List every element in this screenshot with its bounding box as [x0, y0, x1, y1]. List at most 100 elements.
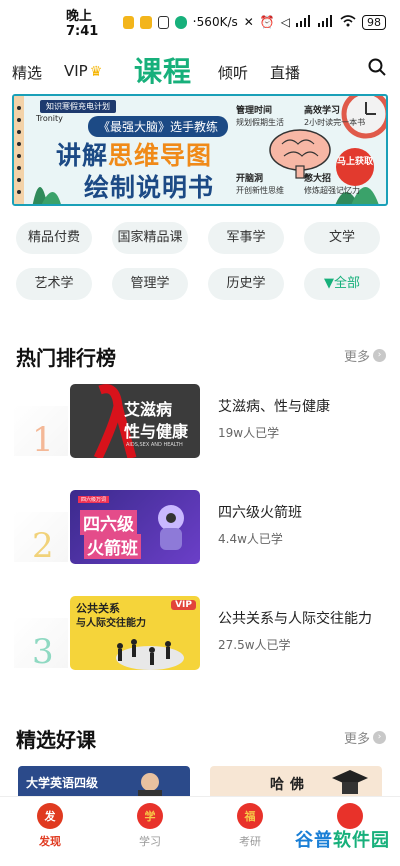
- tab-study[interactable]: 学 学习: [120, 803, 180, 849]
- nav-tab-featured[interactable]: 精选: [12, 62, 42, 83]
- featured-card[interactable]: 哈佛: [210, 766, 382, 796]
- course-thumbnail: 艾滋病 性与健康 AIDS,SEX AND HEALTH: [70, 384, 200, 458]
- learner-count: 19w人已学: [218, 426, 280, 440]
- banner-title-part1: 讲解: [56, 141, 109, 170]
- banner-feature: 管理时间规划假期生活: [236, 106, 284, 128]
- search-icon[interactable]: [368, 58, 386, 80]
- category-tag[interactable]: 精品付费: [16, 222, 92, 254]
- red-envelope-icon: 学: [137, 803, 163, 829]
- nav-tab-vip-label: VIP: [64, 62, 88, 80]
- card-text: 哈佛: [270, 777, 310, 793]
- status-bar: 晚上7:41 · 560K/s ✕ ⏰ ◁ 98: [0, 0, 400, 44]
- featured-card[interactable]: 大学英语四级: [18, 766, 190, 796]
- more-link-label: 更多: [343, 350, 370, 365]
- app-notification-icon: [122, 15, 135, 29]
- fortune-icon: 福: [237, 803, 263, 829]
- wifi-icon: [340, 14, 356, 30]
- nav-tab-vip[interactable]: VIP ♛: [64, 62, 102, 80]
- tab-postgrad[interactable]: 福 考研: [220, 803, 280, 849]
- thumb-text: 性与健康: [124, 422, 189, 441]
- app-notification-icon: [175, 15, 187, 29]
- filter-icon: ▼: [323, 276, 334, 291]
- course-thumbnail: 四六级万词 四六级 火箭班: [70, 490, 200, 564]
- tab-label: 学习: [139, 835, 161, 848]
- thumb-text: 与人际交往能力: [76, 618, 146, 629]
- nav-tab-listen[interactable]: 倾听: [218, 62, 248, 83]
- teacher-photo: [138, 773, 162, 796]
- network-speed: 560K/s: [196, 15, 238, 29]
- banner-tag: 知识寒假充电计划: [40, 100, 116, 113]
- banner-feature: 开脑洞 开创新性思维: [236, 174, 284, 196]
- mute-icon: ◁: [280, 15, 290, 29]
- category-tag-all-label: 全部: [333, 276, 360, 291]
- alarm-icon: ⏰: [259, 15, 275, 29]
- discover-icon: 发: [37, 803, 63, 829]
- watermark-part2: 软件园: [333, 830, 390, 851]
- banner-title-highlight: 思维导图: [108, 141, 213, 170]
- watermark: 谷普软件园: [295, 826, 390, 852]
- rank-number: 2: [32, 526, 54, 566]
- thumb-text: 火箭班: [84, 534, 141, 559]
- feature-title: 管理时间: [236, 106, 273, 116]
- thumb-text: 四六级: [80, 510, 137, 535]
- thumb-text: 艾滋病: [124, 400, 173, 419]
- watermark-part1: 谷普: [295, 830, 333, 851]
- chevron-right-icon: ›: [373, 349, 386, 362]
- nav-tab-live[interactable]: 直播: [270, 62, 300, 83]
- tab-label: 发现: [39, 835, 61, 848]
- status-time: 晚上7:41: [66, 9, 99, 39]
- ranking-item[interactable]: 3 公共关系 与人际交往能力 VIP 公共关系与人际交往能力 27.5w人已学: [0, 596, 400, 676]
- category-tag[interactable]: 管理学: [112, 268, 188, 300]
- featured-cards: 大学英语四级 哈佛: [18, 766, 388, 796]
- thumb-subtext: 四六级万词: [78, 496, 110, 503]
- feature-desc: 规划假期生活: [236, 118, 284, 127]
- vip-badge: VIP: [171, 600, 196, 610]
- feature-desc: 修炼超强记忆力: [304, 186, 360, 195]
- people-illustration: [116, 639, 184, 670]
- tab-discover[interactable]: 发 发现: [20, 803, 80, 849]
- signal-icon: [318, 14, 334, 30]
- feature-desc: 开创新性思维: [236, 186, 284, 195]
- ranking-item[interactable]: 1 艾滋病 性与健康 AIDS,SEX AND HEALTH 艾滋病、性与健康 …: [0, 384, 400, 464]
- rank-number: 3: [32, 632, 54, 672]
- more-link[interactable]: 更多 ›: [344, 728, 386, 747]
- category-tag[interactable]: 历史学: [208, 268, 284, 300]
- banner-title: 讲解思维导图: [56, 136, 212, 172]
- app-notification-icon: [157, 15, 170, 29]
- bluetooth-off-icon: ✕: [243, 15, 254, 29]
- section-title-hot-ranking: 热门排行榜: [16, 346, 116, 370]
- banner-feature: 高效学习 2小时读完一本书: [304, 106, 365, 128]
- banner-title-line2: 绘制说明书: [84, 173, 215, 202]
- chevron-right-icon: ›: [373, 731, 386, 744]
- battery-indicator: 98: [362, 14, 386, 30]
- category-tag[interactable]: 艺术学: [16, 268, 92, 300]
- rocket-illustration: [158, 505, 184, 550]
- card-text: 大学英语四级: [26, 776, 99, 790]
- more-link-label: 更多: [343, 732, 370, 747]
- feature-title: 开脑洞: [236, 174, 264, 184]
- graduation-icon: [332, 770, 368, 794]
- crown-icon: ♛: [89, 64, 103, 80]
- section-title-featured: 精选好课: [16, 728, 96, 752]
- category-tag[interactable]: 军事学: [208, 222, 284, 254]
- feature-desc: 2小时读完一本书: [304, 118, 366, 127]
- banner-subtitle: 《最强大脑》选手教练: [88, 116, 229, 137]
- tab-label: 考研: [239, 835, 261, 848]
- category-tag-all[interactable]: ▼全部: [304, 268, 380, 300]
- course-thumbnail: 公共关系 与人际交往能力 VIP: [70, 596, 200, 670]
- category-tag[interactable]: 国家精品课: [112, 222, 188, 254]
- ranking-item[interactable]: 2 四六级万词 四六级 火箭班 四六级火箭班 4.4w人已学: [0, 490, 400, 570]
- app-notification-icon: [140, 15, 152, 29]
- course-title: 公共关系与人际交往能力: [218, 611, 372, 627]
- more-link[interactable]: 更多 ›: [344, 346, 386, 365]
- nav-tab-courses[interactable]: 课程: [134, 50, 192, 90]
- learner-count: 27.5w人已学: [218, 638, 291, 652]
- status-right: 560K/s ✕ ⏰ ◁ 98: [196, 14, 386, 30]
- rank-number: 1: [32, 420, 54, 460]
- top-nav: 精选 VIP ♛ 课程 倾听 直播: [0, 44, 400, 94]
- banner-cta-button[interactable]: 马上获取: [336, 148, 374, 186]
- category-tag[interactable]: 文学: [304, 222, 380, 254]
- signal-icon: [296, 14, 312, 30]
- promo-banner[interactable]: 知识寒假充电计划 Tronity 《最强大脑》选手教练 讲解思维导图 绘制说明书…: [12, 94, 388, 206]
- brain-illustration: [269, 129, 331, 179]
